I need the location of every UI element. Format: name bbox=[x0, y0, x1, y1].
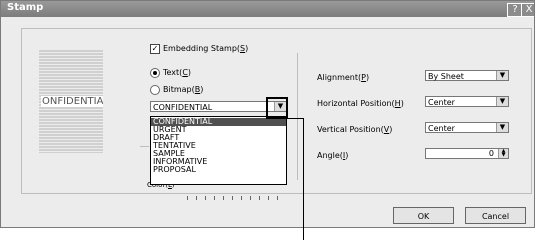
close-button[interactable]: X bbox=[521, 3, 534, 17]
ok-button[interactable]: OK bbox=[393, 207, 454, 224]
preview-stamp-text: ONFIDENTIA bbox=[41, 96, 103, 107]
list-item[interactable]: PROPOSAL bbox=[151, 166, 286, 174]
vertical-position-select[interactable]: Center ▼ bbox=[425, 122, 509, 133]
text-radio-label[interactable]: Text(C) bbox=[163, 68, 191, 77]
title-bar: Stamp ? X bbox=[1, 1, 534, 17]
angle-label: Angle(I) bbox=[317, 151, 349, 160]
chevron-down-icon[interactable]: ▼ bbox=[496, 71, 508, 80]
vertical-position-value: Center bbox=[428, 124, 455, 133]
stamp-preview: ONFIDENTIA bbox=[39, 50, 103, 153]
callout-highlight bbox=[266, 97, 288, 119]
chevron-down-icon[interactable]: ▼ bbox=[496, 123, 508, 132]
text-radio[interactable] bbox=[150, 68, 160, 78]
check-icon: ✓ bbox=[151, 44, 159, 53]
vertical-position-label: Vertical Position(V) bbox=[317, 125, 393, 134]
color-slider-ticks[interactable] bbox=[187, 196, 279, 200]
stamp-text-value: CONFIDENTIAL bbox=[153, 103, 213, 112]
dialog-title: Stamp bbox=[7, 2, 44, 13]
callout-line bbox=[303, 119, 304, 240]
angle-spinner[interactable]: 0 ▲ ▼ bbox=[425, 148, 509, 159]
embedding-stamp-label[interactable]: Embedding Stamp(S) bbox=[163, 44, 248, 53]
callout-line bbox=[288, 118, 304, 119]
alignment-select[interactable]: By Sheet ▼ bbox=[425, 70, 509, 81]
horizontal-position-label: Horizontal Position(H) bbox=[317, 99, 404, 108]
cancel-button[interactable]: Cancel bbox=[465, 207, 526, 224]
bitmap-radio[interactable] bbox=[150, 85, 160, 95]
divider bbox=[297, 53, 298, 180]
divider bbox=[140, 146, 149, 147]
alignment-label: Alignment(P) bbox=[317, 73, 370, 82]
horizontal-position-select[interactable]: Center ▼ bbox=[425, 96, 509, 107]
stamp-text-dropdown-list: CONFIDENTIAL URGENT DRAFT TENTATIVE SAMP… bbox=[150, 116, 287, 185]
bitmap-radio-label[interactable]: Bitmap(B) bbox=[163, 85, 203, 94]
alignment-value: By Sheet bbox=[428, 72, 464, 81]
spin-arrows-icon[interactable]: ▲ ▼ bbox=[498, 149, 508, 158]
angle-value: 0 bbox=[488, 149, 494, 158]
chevron-down-icon[interactable]: ▼ bbox=[496, 97, 508, 106]
horizontal-position-value: Center bbox=[428, 98, 455, 107]
embedding-stamp-checkbox[interactable]: ✓ bbox=[150, 44, 160, 54]
